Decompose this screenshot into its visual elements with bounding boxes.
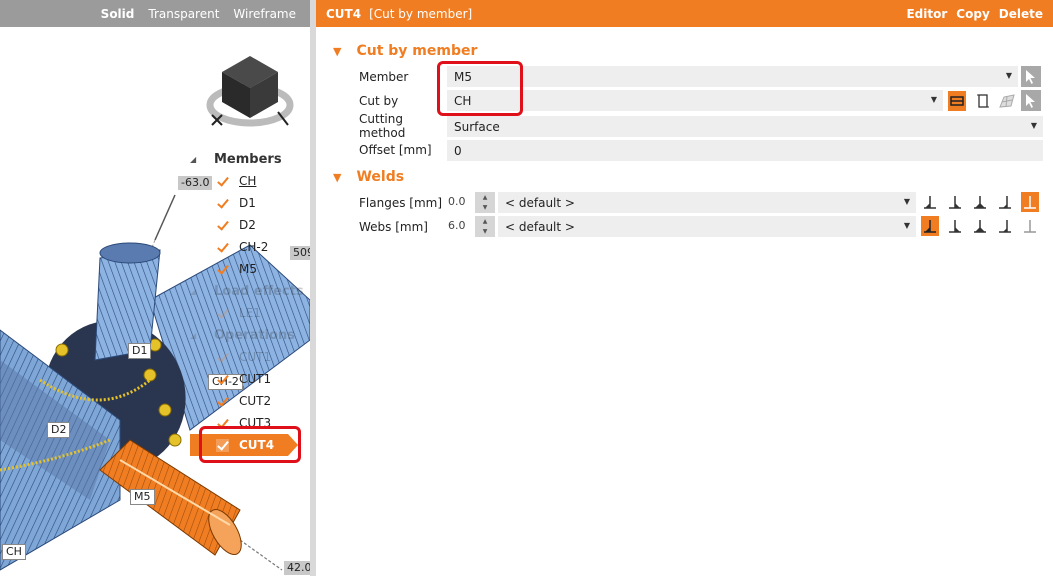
dimension-label-bottom: 42.0 bbox=[284, 561, 310, 575]
solid-mode-button[interactable]: Solid bbox=[101, 7, 135, 21]
member-row: Member bbox=[359, 70, 409, 84]
flanges-row: Flanges [mm] bbox=[359, 196, 443, 210]
properties-panel: CUT4 [Cut by member] Editor Copy Delete … bbox=[316, 0, 1053, 576]
tree-item-d1[interactable]: D1 bbox=[190, 192, 305, 214]
tree-item-ch[interactable]: CH bbox=[190, 170, 305, 192]
up-icon[interactable]: ▲ bbox=[475, 192, 495, 203]
section-cut-by-member[interactable]: ▼ Cut by member bbox=[316, 39, 1053, 63]
pick-cut-by-button[interactable] bbox=[1021, 90, 1041, 111]
collapse-triangle-icon[interactable]: ▼ bbox=[333, 171, 341, 184]
checkbox-icon[interactable] bbox=[216, 241, 229, 254]
panel-title: CUT4 bbox=[326, 6, 362, 21]
webs-weld-type-select[interactable]: < default > ▼ bbox=[498, 216, 916, 237]
collapse-triangle-icon[interactable]: ▼ bbox=[333, 45, 341, 58]
checkbox-icon[interactable] bbox=[216, 219, 229, 232]
model-tree: ◢ Members CH D1 D2 CH-2 M5 ◢ Load effect… bbox=[190, 148, 305, 456]
flanges-size-stepper[interactable]: ▲ ▼ bbox=[475, 192, 495, 213]
member-cutby-highlight bbox=[437, 61, 523, 116]
offset-row: Offset [mm] bbox=[359, 143, 432, 157]
chevron-down-icon: ▼ bbox=[1030, 121, 1037, 130]
view-mode-toolbar: Solid Transparent Wireframe bbox=[0, 0, 310, 27]
member-label-d2: D2 bbox=[47, 422, 71, 438]
bevel-weld-icon[interactable] bbox=[996, 216, 1014, 236]
delete-button[interactable]: Delete bbox=[999, 7, 1043, 21]
chevron-down-icon: ▼ bbox=[1005, 71, 1012, 80]
double-fillet-weld-icon[interactable] bbox=[971, 192, 989, 212]
chevron-down-icon: ▼ bbox=[930, 95, 937, 104]
member-label-d1: D1 bbox=[128, 343, 152, 359]
tree-item-op[interactable]: CUT1 bbox=[190, 346, 305, 368]
chevron-down-icon: ▼ bbox=[903, 221, 910, 230]
down-icon[interactable]: ▼ bbox=[475, 203, 495, 214]
cut-mode-bearing-icon[interactable] bbox=[974, 91, 992, 111]
checkbox-icon[interactable] bbox=[216, 373, 229, 386]
cutting-method-row: Cutting method bbox=[359, 112, 406, 140]
selection-highlight bbox=[199, 426, 301, 463]
transparent-mode-button[interactable]: Transparent bbox=[148, 7, 219, 21]
member-select[interactable]: M5 ▼ bbox=[447, 66, 1018, 87]
fillet-weld-icon[interactable] bbox=[921, 216, 939, 236]
flanges-size-value[interactable]: 0.0 bbox=[448, 195, 466, 208]
collapse-triangle-icon[interactable]: ◢ bbox=[190, 155, 198, 164]
no-weld-icon[interactable] bbox=[1021, 216, 1039, 236]
double-fillet-weld-icon[interactable] bbox=[971, 216, 989, 236]
webs-row: Webs [mm] bbox=[359, 220, 428, 234]
checkbox-icon[interactable] bbox=[216, 197, 229, 210]
collapse-triangle-icon[interactable]: ◢ bbox=[190, 287, 198, 296]
member-label-m5: M5 bbox=[130, 489, 155, 505]
checkbox-icon[interactable] bbox=[216, 395, 229, 408]
section-welds[interactable]: ▼ Welds bbox=[316, 165, 1053, 189]
collapse-triangle-icon[interactable]: ◢ bbox=[190, 331, 198, 340]
bevel-weld-icon[interactable] bbox=[996, 192, 1014, 212]
chevron-down-icon: ▼ bbox=[903, 197, 910, 206]
down-icon[interactable]: ▼ bbox=[475, 227, 495, 238]
pick-member-button[interactable] bbox=[1021, 66, 1041, 87]
view-cube-icon bbox=[206, 56, 294, 127]
tree-item-m5[interactable]: M5 bbox=[190, 258, 305, 280]
cursor-arrow-icon bbox=[1026, 69, 1035, 84]
fillet-weld-right-icon[interactable] bbox=[946, 216, 964, 236]
cut-by-row: Cut by bbox=[359, 94, 399, 108]
checkbox-icon[interactable] bbox=[216, 263, 229, 276]
offset-input[interactable]: 0 bbox=[447, 140, 1043, 161]
cut-mode-surface-icon[interactable] bbox=[948, 91, 966, 111]
webs-size-value[interactable]: 6.0 bbox=[448, 219, 466, 232]
up-icon[interactable]: ▲ bbox=[475, 216, 495, 227]
tree-item-cut1[interactable]: CUT1 bbox=[190, 368, 305, 390]
flanges-weld-type-select[interactable]: < default > ▼ bbox=[498, 192, 916, 213]
copy-button[interactable]: Copy bbox=[956, 7, 989, 21]
tree-group-operations[interactable]: ◢ Operations bbox=[190, 324, 305, 346]
cursor-arrow-icon bbox=[1026, 93, 1035, 108]
fillet-weld-icon[interactable] bbox=[921, 192, 939, 212]
webs-size-stepper[interactable]: ▲ ▼ bbox=[475, 216, 495, 237]
checkbox-icon[interactable] bbox=[216, 175, 229, 188]
fillet-weld-right-icon[interactable] bbox=[946, 192, 964, 212]
panel-subtitle: [Cut by member] bbox=[369, 6, 473, 21]
tree-item-ch2[interactable]: CH-2 bbox=[190, 236, 305, 258]
tree-group-load-effects[interactable]: ◢ Load effects bbox=[190, 280, 305, 302]
cutting-method-select[interactable]: Surface ▼ bbox=[447, 116, 1043, 137]
tree-item-le1[interactable]: LE1 bbox=[190, 302, 305, 324]
editor-button[interactable]: Editor bbox=[906, 7, 947, 21]
panel-header: CUT4 [Cut by member] Editor Copy Delete bbox=[316, 0, 1053, 27]
3d-viewport[interactable]: Solid Transparent Wireframe -63.0 50 42.… bbox=[0, 0, 310, 576]
no-weld-icon[interactable] bbox=[1021, 192, 1039, 212]
tree-item-d2[interactable]: D2 bbox=[190, 214, 305, 236]
checkbox-icon[interactable] bbox=[216, 351, 229, 364]
cut-mode-mesh-icon[interactable] bbox=[998, 91, 1016, 111]
tree-group-members[interactable]: ◢ Members bbox=[190, 148, 305, 170]
checkbox-icon[interactable] bbox=[216, 307, 229, 320]
tree-item-cut2[interactable]: CUT2 bbox=[190, 390, 305, 412]
member-label-ch: CH bbox=[2, 544, 26, 560]
wireframe-mode-button[interactable]: Wireframe bbox=[233, 7, 296, 21]
